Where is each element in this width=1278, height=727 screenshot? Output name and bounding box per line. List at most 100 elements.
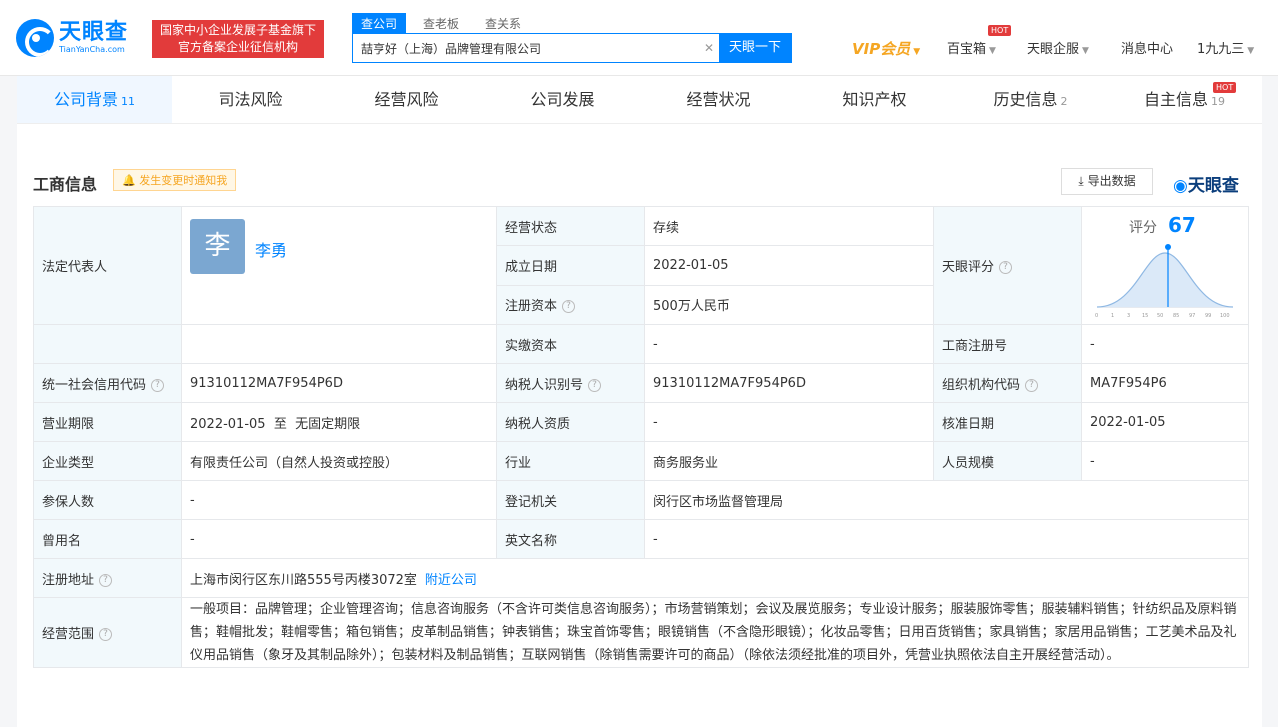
former-label: 曾用名	[33, 519, 182, 559]
baibaoxiang-menu[interactable]: 百宝箱 ▼	[947, 38, 996, 57]
tab-history[interactable]: 历史信息 2	[953, 76, 1108, 123]
message-center-link[interactable]: 消息中心	[1121, 38, 1173, 57]
legal-rep-cell: 李李勇	[181, 206, 497, 325]
credit-label-cell: 统一社会信用代码?	[33, 363, 182, 403]
score-cell: 评分 67 0 1 3 15 50 85 97 99 100	[1081, 206, 1249, 325]
main-tabs: 公司背景 11 司法风险 经营风险 公司发展 经营状况 知识产权 历史信息 2 自主…	[17, 76, 1262, 124]
scope-label: 经营范围	[42, 627, 95, 642]
section-title: 工商信息	[33, 175, 98, 194]
orgcode-label-cell: 组织机构代码?	[933, 363, 1082, 403]
credit-label: 统一社会信用代码	[42, 377, 147, 393]
company-content: 公司背景 11 司法风险 经营风险 公司发展 经营状况 知识产权 历史信息 2 自主…	[17, 76, 1262, 727]
score-value: 67	[1168, 213, 1196, 237]
approve-label: 核准日期	[933, 402, 1082, 442]
caret-down-icon: ▼	[1082, 46, 1089, 56]
vip-label: VIP会员	[852, 40, 911, 58]
help-icon[interactable]: ?	[151, 378, 165, 392]
tab-label: 司法风险	[218, 90, 283, 109]
tianyancha-logo[interactable]: 天眼查 TianYanCha.com	[16, 19, 128, 57]
insured-value: -	[181, 480, 497, 520]
tab-judicial-risk[interactable]: 司法风险	[173, 76, 328, 123]
tab-company-background[interactable]: 公司背景 11	[17, 76, 172, 123]
tab-development[interactable]: 公司发展	[485, 76, 640, 123]
type-value: 有限责任公司（自然人投资或控股）	[181, 441, 497, 481]
regno-label: 工商注册号	[933, 324, 1082, 364]
help-icon[interactable]: ?	[1025, 378, 1039, 392]
address-cell: 上海市闵行区东川路555号丙楼3072室 附近公司	[181, 558, 1249, 598]
authority-label: 登记机关	[496, 480, 645, 520]
download-icon: ⤓	[1078, 174, 1084, 188]
user-menu[interactable]: 1九九三 ▼	[1197, 38, 1254, 57]
avatar: 李	[190, 219, 245, 274]
search-box: ✕ 天眼一下	[352, 33, 792, 63]
credit-value: 91310112MA7F954P6D	[181, 363, 497, 403]
help-icon[interactable]: ?	[562, 300, 576, 314]
taxqual-value: -	[644, 402, 934, 442]
capital-value: 500万人民币	[644, 284, 934, 326]
hot-badge: HOT	[1213, 82, 1237, 93]
score-label: 天眼评分	[942, 260, 995, 275]
tab-label: 经营状况	[686, 90, 751, 109]
vip-menu[interactable]: VIP会员 ▼	[852, 38, 920, 59]
tab-count: 2	[1060, 95, 1068, 108]
help-icon[interactable]: ?	[588, 378, 602, 392]
hot-badge: HOT	[988, 25, 1012, 36]
eye-logo-icon	[16, 19, 54, 57]
term-value: 2022-01-05 至 无固定期限	[181, 402, 497, 442]
baibaoxiang-label: 百宝箱	[947, 42, 987, 57]
tab-label: 历史信息	[993, 90, 1058, 109]
tab-operation-risk[interactable]: 经营风险	[329, 76, 484, 123]
brand-text: 天眼查	[1187, 176, 1239, 196]
qifu-menu[interactable]: 天眼企服 ▼	[1027, 38, 1089, 57]
tab-label: 知识产权	[842, 90, 907, 109]
notify-label: 发生变更时通知我	[139, 174, 228, 187]
score-tick: 99	[1205, 313, 1211, 319]
brand-watermark: ◉天眼查	[1173, 171, 1239, 196]
search-tab-company[interactable]: 查公司	[352, 13, 407, 34]
english-value: -	[644, 519, 1249, 559]
tab-label: 公司背景	[53, 90, 118, 109]
tab-label: 公司发展	[530, 90, 595, 109]
badge-line-1: 国家中小企业发展子基金旗下	[159, 23, 316, 37]
user-name: 1九九三	[1197, 42, 1245, 57]
help-icon[interactable]: ?	[99, 628, 113, 641]
notify-button[interactable]: 🔔 发生变更时通知我	[113, 169, 237, 191]
score-label-cell: 天眼评分?	[933, 206, 1082, 325]
export-data-button[interactable]: ⤓ 导出数据	[1061, 168, 1153, 195]
search-tab-relation[interactable]: 查关系	[476, 13, 530, 34]
tab-operation-status[interactable]: 经营状况	[641, 76, 796, 123]
score-tick: 15	[1142, 313, 1148, 319]
search-type-tabs: 查公司 查老板 查关系	[352, 13, 538, 34]
scope-label-cell: 经营范围?	[33, 597, 182, 668]
score-tick: 100	[1220, 313, 1230, 319]
tab-self-info[interactable]: 自主信息 19	[1107, 76, 1262, 123]
orgcode-label: 组织机构代码	[942, 377, 1021, 393]
business-info-table: 法定代表人 李李勇 经营状态 存续 天眼评分? 评分 67 0 1 3 15 5…	[33, 205, 1249, 668]
regno-value: -	[1081, 324, 1249, 364]
staff-label: 人员规模	[933, 441, 1082, 481]
english-label: 英文名称	[496, 519, 645, 559]
approve-value: 2022-01-05	[1081, 402, 1249, 442]
clear-icon[interactable]: ✕	[699, 34, 719, 62]
help-icon[interactable]: ?	[99, 573, 113, 587]
paid-label: 实缴资本	[496, 324, 645, 364]
bell-icon: 🔔	[122, 174, 136, 187]
address-label-cell: 注册地址?	[33, 558, 182, 598]
type-label: 企业类型	[33, 441, 182, 481]
score-bell-curve: 0 1 3 15 50 85 97 99 100	[1095, 244, 1234, 319]
nearby-companies-link[interactable]: 附近公司	[425, 573, 477, 588]
export-label: 导出数据	[1087, 174, 1136, 188]
search-button[interactable]: 天眼一下	[719, 34, 791, 62]
score-tick: 50	[1157, 313, 1163, 319]
search-input[interactable]	[353, 34, 699, 62]
help-icon[interactable]: ?	[999, 261, 1013, 274]
caret-down-icon: ▼	[913, 47, 921, 57]
orgcode-value: MA7F954P6	[1081, 363, 1249, 403]
search-tab-boss[interactable]: 查老板	[414, 13, 468, 34]
taxid-label: 纳税人识别号	[505, 377, 584, 393]
taxid-value: 91310112MA7F954P6D	[644, 363, 934, 403]
legal-rep-name[interactable]: 李勇	[255, 237, 287, 261]
tab-ip[interactable]: 知识产权	[797, 76, 952, 123]
qifu-label: 天眼企服	[1027, 42, 1080, 57]
taxid-label-cell: 纳税人识别号?	[496, 363, 645, 403]
